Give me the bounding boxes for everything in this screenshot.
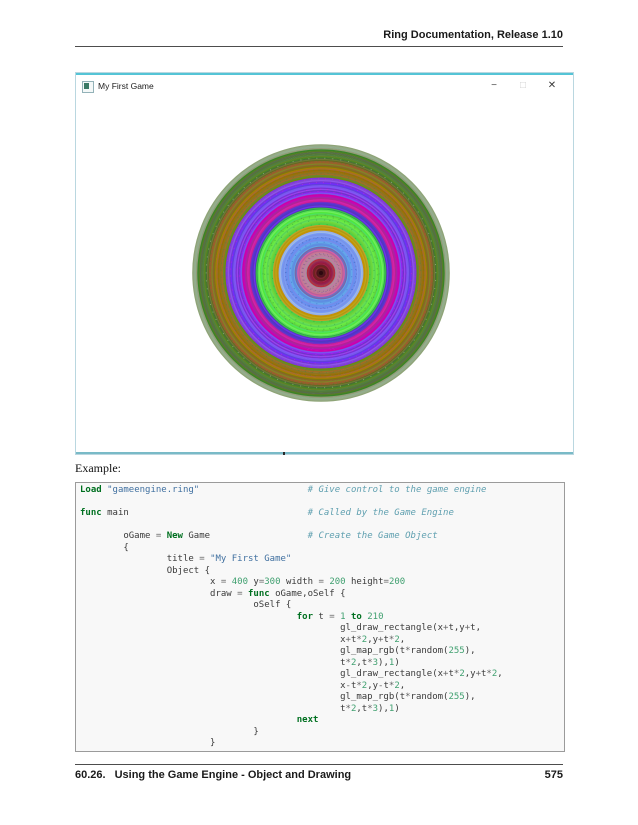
window-canvas [76, 98, 573, 452]
app-icon [82, 81, 94, 93]
footer-section-number: 60.26. [75, 769, 106, 781]
header-rule [75, 46, 563, 47]
footer-section: 60.26. Using the Game Engine - Object and… [75, 769, 351, 781]
footer-page-number: 575 [544, 769, 563, 781]
window-bottom-edge [76, 452, 573, 454]
window-titlebar: My First Game − □ ✕ [76, 75, 573, 98]
page-header: Ring Documentation, Release 1.10 [383, 29, 563, 41]
maximize-icon: □ [519, 80, 527, 91]
window-title: My First Game [98, 81, 154, 91]
document-page: Ring Documentation, Release 1.10 My Firs… [0, 0, 638, 825]
game-window-screenshot: My First Game − □ ✕ [75, 72, 574, 455]
app-icon-glyph [84, 83, 89, 89]
rings-drawing [192, 144, 450, 402]
example-label: Example: [75, 461, 121, 475]
footer-section-title: Using the Game Engine - Object and Drawi… [114, 769, 352, 781]
minimize-icon: − [491, 80, 497, 91]
footer-rule [75, 764, 563, 765]
speck-artifact [283, 452, 285, 455]
close-icon: ✕ [547, 80, 557, 91]
code-block: Load "gameengine.ring" # Give control to… [75, 482, 565, 752]
code-content: Load "gameengine.ring" # Give control to… [80, 485, 503, 748]
